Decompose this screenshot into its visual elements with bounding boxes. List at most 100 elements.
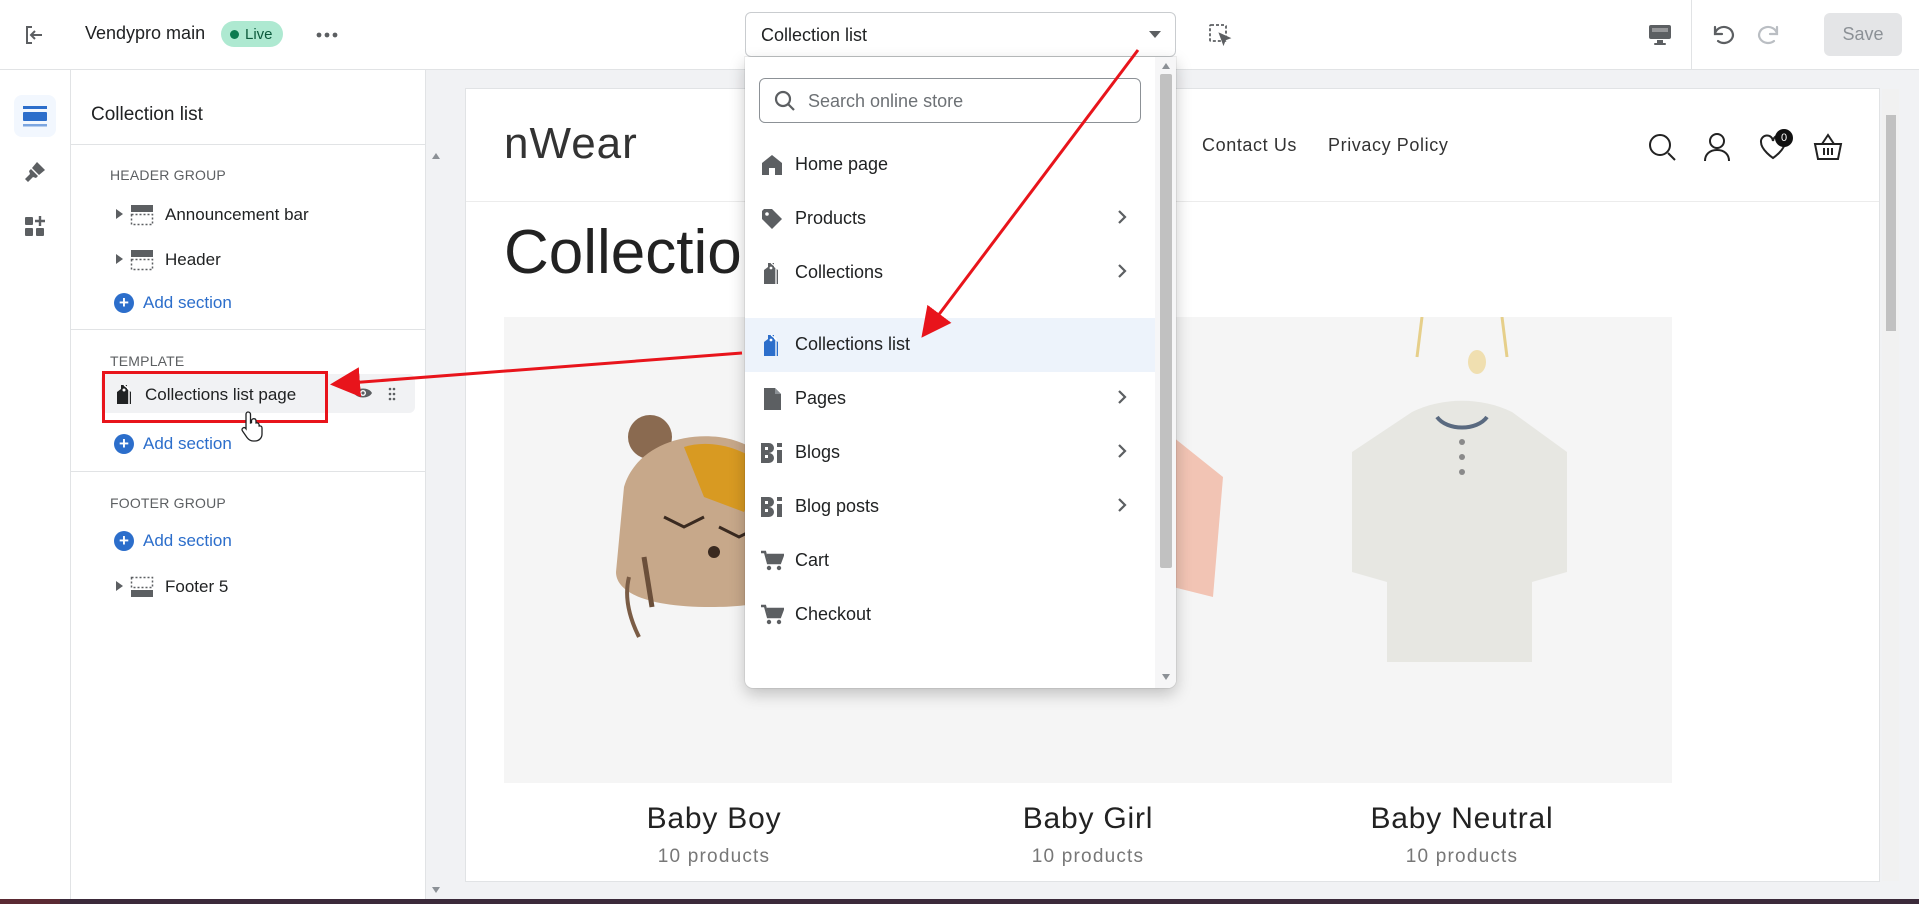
template-selector-value: Collection list	[761, 25, 868, 45]
theme-name: Vendypro main	[85, 23, 206, 43]
dropdown-item-label: Blogs	[795, 442, 841, 462]
store-account-button[interactable]	[1701, 131, 1733, 163]
footer-section-icon	[130, 576, 154, 597]
dropdown-item-collections-list[interactable]: Collections list	[745, 318, 1155, 372]
search-icon	[1649, 134, 1676, 161]
section-header[interactable]: Header	[91, 239, 391, 279]
scroll-up-icon[interactable]	[1162, 63, 1170, 69]
toolbar-divider	[1691, 0, 1692, 70]
dropdown-item-products[interactable]: Products	[745, 192, 1155, 246]
collection-title[interactable]: Baby Girl	[878, 802, 1298, 836]
divider	[71, 329, 426, 330]
paint-brush-icon	[25, 162, 45, 182]
collection-title[interactable]: Baby Boy	[504, 802, 924, 836]
desktop-icon	[1649, 25, 1671, 45]
dropdown-item-label: Blog posts	[795, 496, 880, 516]
store-search-button[interactable]	[1646, 131, 1678, 163]
template-dropdown: Home page Products Collections Collectio…	[745, 57, 1176, 688]
dropdown-item-cart[interactable]: Cart	[745, 534, 1155, 588]
save-button[interactable]: Save	[1824, 13, 1902, 56]
chevron-right-icon	[1118, 264, 1127, 278]
dropdown-item-checkout[interactable]: Checkout	[745, 588, 1155, 642]
search-icon	[774, 90, 795, 111]
more-horizontal-icon	[316, 32, 338, 38]
collection-card-baby-neutral[interactable]	[1252, 316, 1672, 783]
header-section-icon	[130, 205, 154, 226]
dropdown-scrollbar[interactable]	[1155, 57, 1176, 688]
add-section-template-button[interactable]: + Add section	[114, 431, 232, 457]
section-label: Announcement bar	[165, 205, 309, 224]
footer-group-label: FOOTER GROUP	[110, 495, 226, 511]
basket-icon	[1813, 133, 1843, 160]
add-section-label: Add section	[143, 434, 232, 453]
expand-triangle-icon	[116, 254, 123, 264]
blog-icon	[761, 443, 782, 463]
blog-icon	[761, 497, 782, 517]
redo-icon	[1758, 25, 1779, 45]
collection-title[interactable]: Baby Neutral	[1252, 802, 1672, 836]
dropdown-item-label: Pages	[795, 388, 847, 408]
section-label: Header	[165, 250, 221, 269]
nav-contact-us[interactable]: Contact Us	[1202, 135, 1297, 156]
collection-icon	[764, 262, 778, 284]
apps-plus-icon	[25, 216, 45, 236]
divider	[71, 144, 426, 145]
dropdown-item-label: Home page	[795, 154, 889, 174]
exit-icon	[26, 26, 42, 44]
search-field[interactable]	[759, 78, 1141, 123]
add-section-footer-button[interactable]: + Add section	[114, 528, 232, 554]
dropdown-item-label: Collections	[795, 262, 884, 282]
bottom-strip-accent	[0, 899, 60, 904]
collection-count: 10 products	[1405, 846, 1519, 867]
inspector-button[interactable]	[1203, 18, 1237, 52]
panel-title: Collection list	[91, 104, 203, 125]
annotation-highlight-box	[102, 371, 328, 423]
store-cart-button[interactable]	[1812, 131, 1844, 163]
preview-scrollbar[interactable]	[1882, 89, 1899, 881]
plus-circle-icon: +	[114, 531, 134, 551]
dropdown-item-home-page[interactable]: Home page	[745, 138, 1155, 192]
grey-henley-image	[1352, 316, 1567, 662]
collection-count: 10 products	[1031, 846, 1145, 867]
header-group-label: HEADER GROUP	[110, 167, 226, 183]
device-preview-button[interactable]	[1643, 18, 1677, 52]
sections-button[interactable]	[14, 95, 56, 137]
home-icon	[762, 155, 782, 175]
more-actions-button[interactable]	[312, 20, 342, 50]
chevron-right-icon	[1118, 390, 1127, 404]
app-embeds-button[interactable]	[14, 206, 56, 248]
page-icon	[764, 388, 781, 410]
dropdown-item-blog-posts[interactable]: Blog posts	[745, 480, 1155, 534]
undo-button[interactable]	[1707, 18, 1741, 52]
store-logo[interactable]: nWear	[504, 119, 638, 169]
add-section-header-button[interactable]: + Add section	[114, 290, 232, 316]
section-announcement-bar[interactable]: Announcement bar	[91, 194, 391, 234]
eye-icon[interactable]	[353, 386, 373, 400]
dropdown-item-pages[interactable]: Pages	[745, 372, 1155, 426]
undo-icon	[1713, 25, 1734, 45]
redo-button[interactable]	[1751, 18, 1785, 52]
template-selector[interactable]: Collection list	[745, 12, 1176, 57]
select-cursor-icon	[1209, 24, 1232, 47]
nav-privacy-policy[interactable]: Privacy Policy	[1328, 135, 1448, 156]
panel-scroll-up-icon[interactable]	[432, 153, 440, 159]
exit-button[interactable]	[16, 17, 52, 53]
theme-settings-button[interactable]	[14, 151, 56, 193]
collection-icon	[764, 334, 778, 356]
drag-handle-icon[interactable]	[388, 387, 396, 401]
search-input[interactable]	[808, 88, 1128, 114]
dropdown-scrollbar-thumb[interactable]	[1160, 74, 1172, 568]
dropdown-item-blogs[interactable]: Blogs	[745, 426, 1155, 480]
caret-down-icon	[1149, 31, 1161, 38]
scroll-down-icon[interactable]	[1162, 674, 1170, 680]
section-footer-5[interactable]: Footer 5	[91, 566, 391, 606]
chevron-right-icon	[1118, 444, 1127, 458]
panel-scroll-down-icon[interactable]	[432, 887, 440, 893]
add-section-label: Add section	[143, 293, 232, 312]
sidebar-rail	[0, 70, 71, 904]
preview-scrollbar-thumb[interactable]	[1886, 115, 1896, 331]
section-label: Footer 5	[165, 577, 229, 596]
dropdown-item-label: Checkout	[795, 604, 872, 624]
dropdown-item-label: Collections list	[795, 334, 911, 354]
dropdown-item-collections[interactable]: Collections	[745, 246, 1155, 300]
